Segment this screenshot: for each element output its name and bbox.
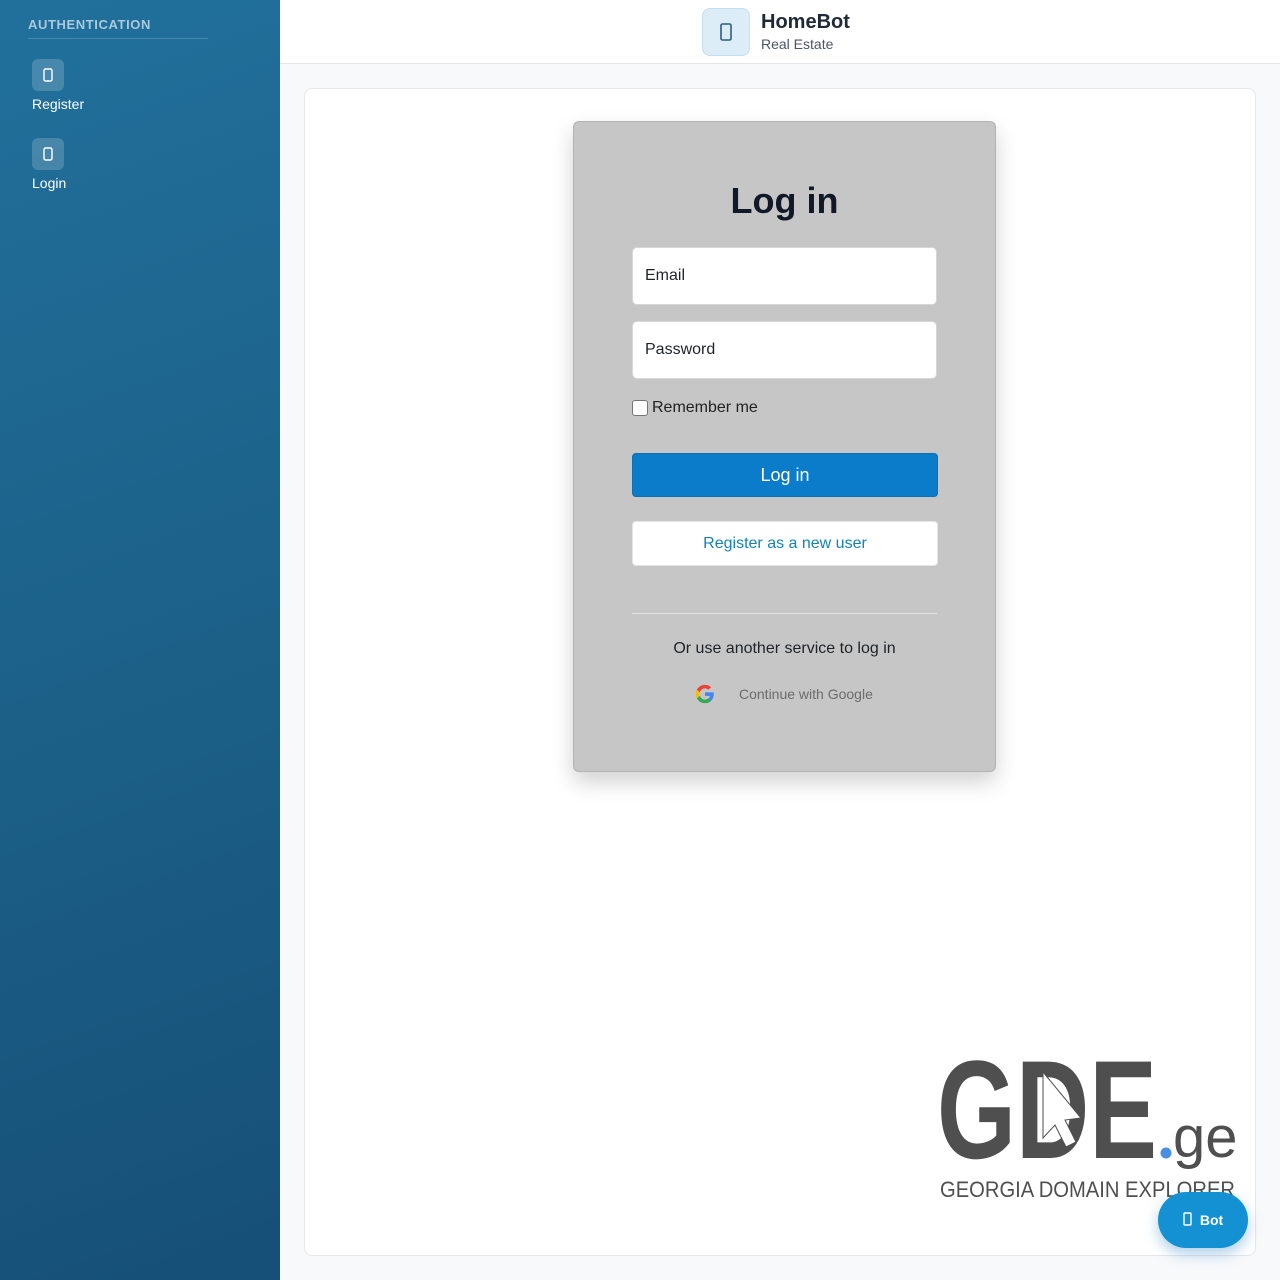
svg-text:ge: ge xyxy=(1173,1105,1238,1170)
google-login-button[interactable]: Continue with Google xyxy=(694,683,873,705)
gde-logo: GDE ge GEORGIA DOMAIN EXPLORER xyxy=(937,1031,1238,1202)
sidebar-item-label: Register xyxy=(32,96,85,112)
remember-me[interactable]: Remember me xyxy=(632,399,758,417)
external-login-text: Or use another service to log in xyxy=(673,640,896,657)
sign-in-icon xyxy=(32,138,64,170)
register-link[interactable]: Register as a new user xyxy=(632,521,938,566)
bot-button-label: Bot xyxy=(1199,1212,1224,1228)
sidebar: AUTHENTICATION Register Login xyxy=(0,0,280,1280)
brand-name: HomeBot xyxy=(761,11,850,33)
sidebar-item-register[interactable]: Register xyxy=(32,59,84,112)
sidebar-item-login[interactable]: Login xyxy=(32,138,66,191)
robot-icon xyxy=(1183,1211,1192,1229)
remember-me-checkbox[interactable] xyxy=(632,400,648,416)
page-title: Log in xyxy=(730,180,839,221)
sidebar-item-label: Login xyxy=(32,175,67,191)
divider xyxy=(632,613,937,614)
logo-dot xyxy=(1160,1147,1172,1159)
password-field[interactable] xyxy=(632,321,937,379)
home-icon[interactable] xyxy=(702,8,750,56)
sidebar-heading: AUTHENTICATION xyxy=(28,17,151,32)
google-icon xyxy=(695,684,714,704)
email-field[interactable] xyxy=(632,247,937,305)
top-header: HomeBot Real Estate xyxy=(280,0,1280,64)
sidebar-divider xyxy=(28,38,208,39)
google-login-label: Continue with Google xyxy=(739,686,873,702)
user-plus-icon xyxy=(32,59,64,91)
brand-subtitle: Real Estate xyxy=(761,36,834,52)
login-button[interactable]: Log in xyxy=(632,453,938,497)
remember-me-label: Remember me xyxy=(652,399,758,416)
login-card: Log in Remember me Log in Register as a … xyxy=(573,121,996,772)
bot-button[interactable]: Bot xyxy=(1158,1192,1248,1248)
